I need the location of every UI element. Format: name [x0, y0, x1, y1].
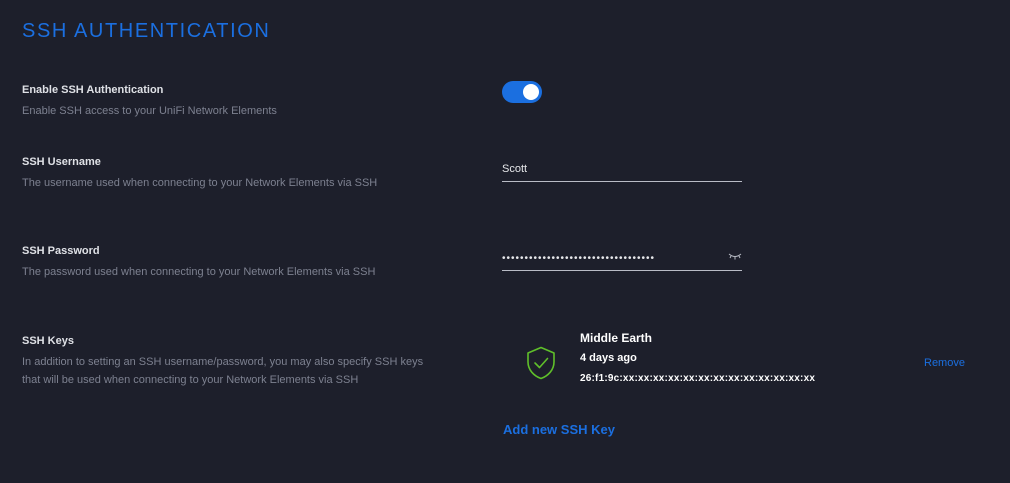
ssh-key-name: Middle Earth: [580, 331, 653, 345]
ssh-key-fingerprint: 26:f1:9c:xx:xx:xx:xx:xx:xx:xx:xx:xx:xx:x…: [580, 373, 816, 384]
ssh-password-description: The password used when connecting to you…: [22, 266, 376, 278]
shield-check-icon: [527, 346, 555, 380]
ssh-password-field-wrapper: [502, 248, 742, 271]
page-title: SSH AUTHENTICATION: [22, 20, 271, 42]
ssh-password-input[interactable]: [502, 249, 717, 268]
remove-ssh-key-link[interactable]: Remove: [924, 357, 965, 369]
enable-ssh-title: Enable SSH Authentication: [22, 84, 164, 96]
ssh-username-description: The username used when connecting to you…: [22, 177, 378, 189]
toggle-knob: [523, 84, 539, 100]
ssh-keys-description: In addition to setting an SSH username/p…: [22, 356, 424, 386]
enable-ssh-toggle[interactable]: [502, 81, 542, 103]
enable-ssh-description: Enable SSH access to your UniFi Network …: [22, 105, 277, 117]
ssh-username-input[interactable]: [502, 160, 717, 178]
ssh-username-title: SSH Username: [22, 156, 101, 168]
ssh-username-field-wrapper: [502, 159, 742, 182]
ssh-keys-title: SSH Keys: [22, 335, 74, 347]
ssh-password-title: SSH Password: [22, 245, 100, 257]
eye-closed-icon[interactable]: [728, 251, 742, 261]
add-ssh-key-link[interactable]: Add new SSH Key: [503, 422, 615, 437]
ssh-key-age: 4 days ago: [580, 352, 637, 364]
